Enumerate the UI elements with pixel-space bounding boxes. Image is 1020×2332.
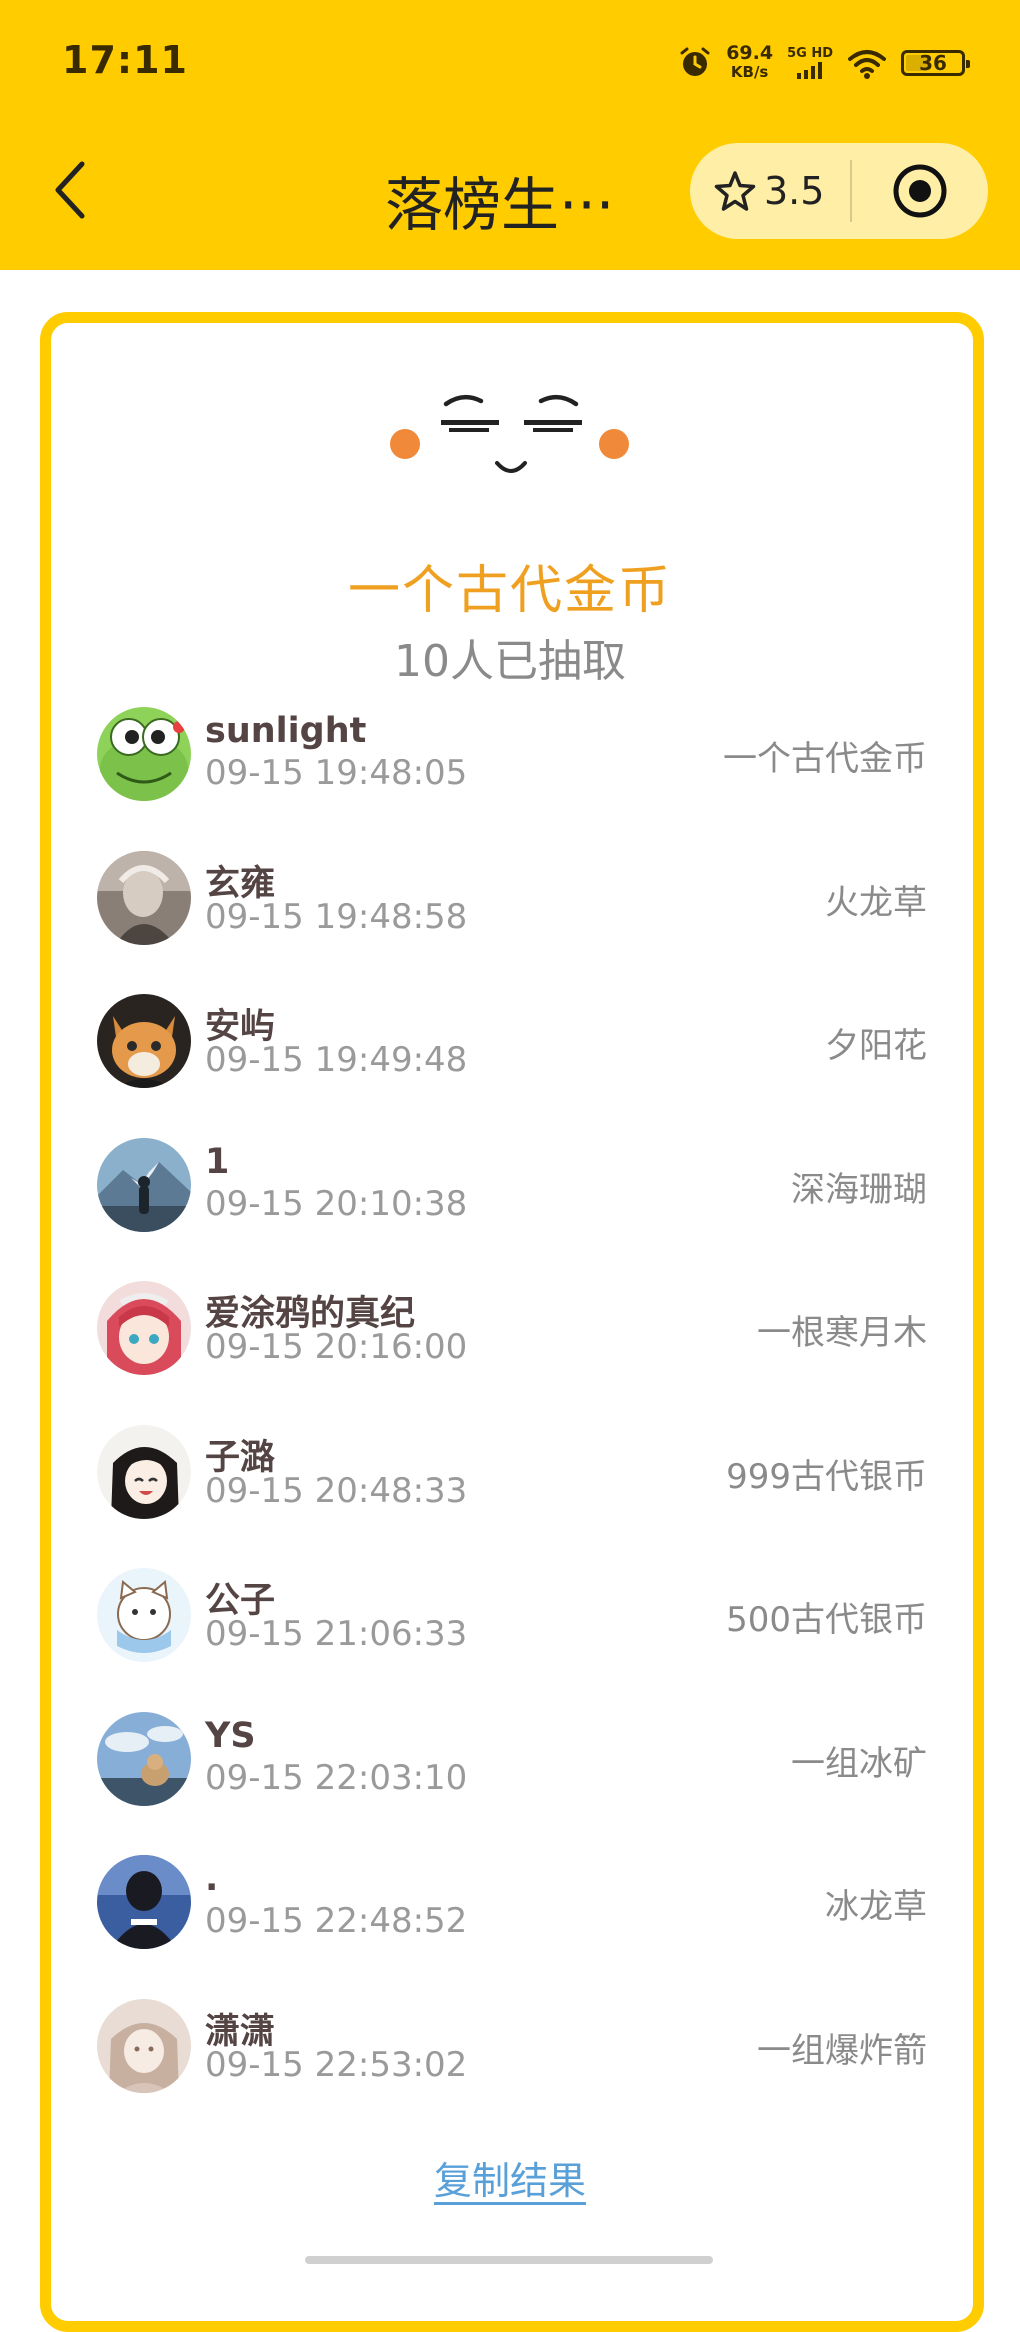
entry-name: sunlight <box>205 711 367 751</box>
list-item: 子潞 09-15 20:48:33 999古代银币 <box>97 1421 927 1565</box>
entry-time: 09-15 20:48:33 <box>205 1470 468 1511</box>
entry-prize: 一个古代金币 <box>723 739 927 779</box>
avatar <box>97 1711 191 1806</box>
alarm-icon <box>680 47 710 76</box>
list-item: 潇潇 09-15 22:53:02 一组爆炸箭 <box>97 1995 927 2139</box>
entry-time: 09-15 22:03:10 <box>205 1757 468 1798</box>
entry-time: 09-15 21:06:33 <box>205 1614 468 1654</box>
entry-prize: 火龙草 <box>825 882 927 923</box>
list-item: YS 09-15 22:03:10 一组冰矿 <box>97 1708 927 1852</box>
list-item: sunlight 09-15 19:48:05 一个古代金币 <box>97 703 927 847</box>
avatar <box>97 1855 191 1949</box>
rating-value: 3.5 <box>764 169 825 213</box>
avatar <box>97 850 191 945</box>
chevron-left-icon <box>55 161 85 219</box>
capsule-menu: 3.5 <box>690 143 988 239</box>
entry-time: 09-15 22:48:52 <box>205 1901 468 1941</box>
list-item: 玄雍 09-15 19:48:58 火龙草 <box>97 847 927 991</box>
entry-prize: 冰龙草 <box>825 1887 927 1927</box>
wifi-icon <box>848 50 886 79</box>
entry-time: 09-15 20:10:38 <box>205 1183 468 1224</box>
home-indicator[interactable] <box>305 2256 713 2264</box>
entry-prize: 一根寒月木 <box>757 1313 927 1353</box>
status-time: 17:11 <box>62 38 188 82</box>
close-miniprogram-button[interactable] <box>852 143 988 239</box>
entry-prize: 一组爆炸箭 <box>757 2030 927 2071</box>
list-item: 1 09-15 20:10:38 深海珊瑚 <box>97 1134 927 1278</box>
network-speed: 69.4 KB/s <box>726 42 774 82</box>
battery-indicator: 36 <box>901 50 970 76</box>
back-button[interactable] <box>45 150 95 230</box>
page-title: 落榜生··· <box>385 171 615 239</box>
status-icons: 69.4 KB/s 5G HD 36 <box>678 38 970 88</box>
entry-prize: 一组冰矿 <box>791 1743 927 1784</box>
entry-prize: 500古代银币 <box>726 1600 927 1640</box>
list-item: 安屿 09-15 19:49:48 夕阳花 <box>97 990 927 1134</box>
entry-prize: 夕阳花 <box>825 1026 927 1066</box>
avatar <box>97 994 191 1088</box>
entry-time: 09-15 19:48:58 <box>205 896 468 937</box>
avatar <box>97 1568 191 1662</box>
avatar <box>97 1137 191 1232</box>
star-icon <box>714 171 756 211</box>
copy-results-link[interactable]: 复制结果 <box>0 2150 1020 2205</box>
rating-button[interactable]: 3.5 <box>690 143 840 239</box>
smug-face-icon <box>390 394 629 473</box>
list-item: 爱涂鸦的真纪 09-15 20:16:00 一根寒月木 <box>97 1277 927 1421</box>
entry-time: 09-15 19:49:48 <box>205 1040 468 1080</box>
entry-name: 1 <box>205 1141 230 1182</box>
entry-prize: 深海珊瑚 <box>791 1169 927 1210</box>
list-item: 公子 09-15 21:06:33 500古代银币 <box>97 1564 927 1708</box>
avatar <box>97 1998 191 2093</box>
list-item: . 09-15 22:48:52 冰龙草 <box>97 1851 927 1995</box>
signal-icon <box>797 62 823 79</box>
draw-count: 10人已抽取 <box>394 636 626 687</box>
avatar <box>97 1281 191 1375</box>
entry-name: YS <box>205 1715 256 1756</box>
target-icon <box>893 164 947 218</box>
entry-time: 09-15 22:53:02 <box>205 2044 468 2085</box>
winner-list: sunlight 09-15 19:48:05 一个古代金币 玄雍 09-15 … <box>97 703 927 2138</box>
entry-name: . <box>205 1859 219 1899</box>
entry-time: 09-15 20:16:00 <box>205 1327 468 1367</box>
signal-indicator: 5G HD <box>787 47 833 79</box>
avatar <box>97 1424 191 1519</box>
prize-title: 一个古代金币 <box>347 561 672 621</box>
header: 17:11 69.4 KB/s 5G HD 36 落榜生··· 3.5 <box>0 0 1020 270</box>
entry-prize: 999古代银币 <box>726 1456 927 1497</box>
entry-time: 09-15 19:48:05 <box>205 753 468 793</box>
avatar <box>97 707 191 801</box>
